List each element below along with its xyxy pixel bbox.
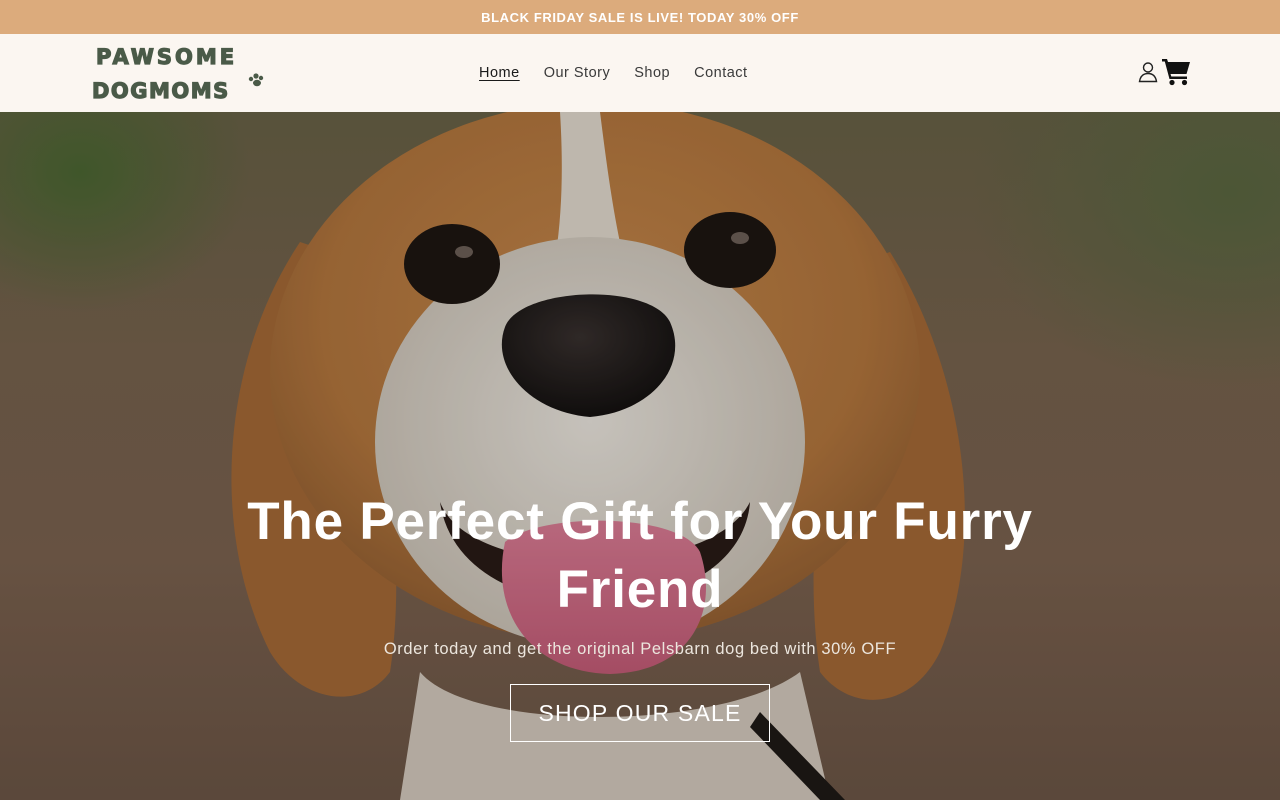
nav-contact[interactable]: Contact xyxy=(694,65,747,81)
nav-our-story[interactable]: Our Story xyxy=(544,65,611,81)
cart-icon[interactable] xyxy=(1161,56,1192,86)
account-icon[interactable] xyxy=(1136,60,1160,84)
shop-sale-button[interactable]: SHOP OUR SALE xyxy=(510,684,770,742)
announcement-bar: BLACK FRIDAY SALE IS LIVE! TODAY 30% OFF xyxy=(0,0,1280,34)
paw-icon xyxy=(248,73,264,87)
logo-line2: DOGMOMS xyxy=(92,79,230,103)
nav-home[interactable]: Home xyxy=(479,65,520,81)
logo-line1: PAWSOME xyxy=(96,45,237,69)
announcement-text: BLACK FRIDAY SALE IS LIVE! TODAY 30% OFF xyxy=(481,9,799,25)
site-logo[interactable]: PAWSOME DOGMOMS xyxy=(90,40,265,106)
site-header: PAWSOME DOGMOMS Home Our Story Shop Cont… xyxy=(0,34,1280,112)
hero-banner: The Perfect Gift for Your Furry Friend O… xyxy=(0,112,1280,800)
main-nav: Home Our Story Shop Contact xyxy=(479,65,748,81)
hero-subtitle: Order today and get the original Pelsbar… xyxy=(383,640,897,658)
nav-shop[interactable]: Shop xyxy=(634,65,670,81)
hero-title: The Perfect Gift for Your Furry Friend xyxy=(247,492,1033,619)
